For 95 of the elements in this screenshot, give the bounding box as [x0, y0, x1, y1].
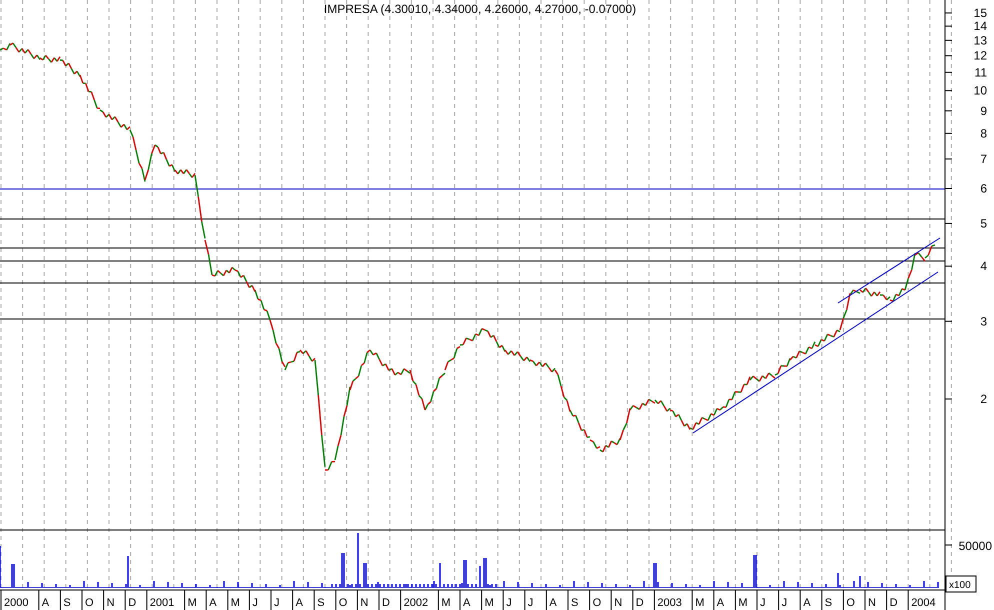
axis-tick [124, 590, 126, 610]
time-tick-label: M [738, 597, 748, 609]
time-tick-label: A [549, 597, 557, 609]
axis-tick [335, 590, 336, 610]
chart-title: IMPRESA (4.30010, 4.34000, 4.26000, 4.27000, -0.07000) [324, 2, 636, 16]
price-tick-label: 7 [980, 152, 987, 166]
axis-tick [908, 590, 909, 610]
time-tick-label: M [441, 597, 451, 609]
time-tick-label: 2000 [4, 597, 28, 609]
time-tick-label: J [506, 597, 512, 609]
price-tick-label: 9 [980, 104, 987, 118]
axis-tick [821, 590, 822, 610]
time-tick-label: M [695, 597, 704, 609]
axis-tick [800, 590, 801, 610]
price-tick-label: 3 [980, 314, 987, 328]
time-tick-label: J [782, 597, 788, 609]
time-tick-label: J [274, 597, 280, 609]
time-tick-label: M [188, 597, 197, 609]
axis-tick [778, 590, 780, 610]
axis-tick [734, 590, 736, 610]
axis-tick [632, 590, 634, 610]
price-tick-label: 14 [974, 19, 987, 34]
time-tick-label: S [317, 597, 325, 609]
unit-label-frame [946, 576, 976, 592]
axis-tick [270, 590, 272, 610]
time-tick-label: 2004 [911, 597, 936, 609]
price-tick-label: 15 [974, 6, 987, 20]
volume-tick-label: 50000 [958, 539, 992, 553]
axis-tick [356, 590, 358, 610]
time-tick-label: O [85, 597, 94, 609]
time-tick-label: D [890, 597, 898, 609]
time-tick-label: A [803, 597, 811, 609]
axis-tick [314, 590, 315, 610]
time-tick-label: M [230, 597, 240, 609]
axis-tick [692, 590, 693, 610]
axis-tick [248, 590, 250, 610]
axis-tick [524, 590, 526, 610]
axis-tick [103, 590, 104, 610]
price-tick-label: 13 [974, 33, 987, 48]
time-tick-label: D [382, 597, 390, 609]
time-tick-label: O [592, 597, 602, 609]
axis-tick [864, 590, 866, 610]
axis-tick [713, 590, 714, 610]
time-tick-label: D [636, 597, 644, 609]
price-tick-label: 6 [980, 182, 987, 196]
time-tick-label: N [106, 597, 115, 609]
time-tick-label: O [846, 597, 855, 609]
time-tick-label: S [824, 597, 832, 609]
price-tick-label: 4 [980, 259, 987, 274]
axis-tick [0, 590, 2, 610]
axis-tick [292, 590, 294, 610]
time-tick-label: O [338, 597, 348, 609]
time-tick-label: N [868, 597, 876, 609]
volume-unit-label: x100 [949, 580, 971, 591]
axis-tick [842, 590, 844, 610]
time-tick-label: A [209, 597, 217, 609]
price-tick-label: 8 [980, 126, 987, 140]
time-tick-label: A [42, 597, 50, 609]
time-tick-label: 2003 [657, 597, 682, 609]
axis-tick [654, 590, 655, 610]
axis-tick [589, 590, 590, 610]
axis-tick [481, 590, 482, 610]
time-tick-label: N [360, 597, 368, 609]
axis-tick [756, 590, 758, 610]
price-tick-label: 12 [974, 48, 987, 63]
time-tick-label: 2002 [404, 597, 428, 609]
axis-tick [206, 590, 207, 610]
time-tick-label: N [614, 597, 622, 609]
time-tick-label: J [760, 597, 766, 609]
axis-tick [886, 590, 888, 610]
axis-tick [502, 590, 504, 610]
axis-tick [38, 590, 40, 610]
axis-tick [610, 590, 612, 610]
time-tick-label: J [252, 597, 258, 609]
axis-tick [146, 590, 148, 610]
axis-tick [60, 590, 61, 610]
time-tick-label: J [528, 597, 534, 609]
time-tick-label: A [296, 597, 303, 609]
price-tick-label: 2 [980, 392, 987, 406]
axis-tick [400, 590, 402, 610]
time-tick-label: A [716, 597, 724, 609]
axis-tick [546, 590, 547, 610]
price-tick-label: 10 [974, 84, 987, 98]
time-tick-label: S [63, 597, 71, 609]
price-tick-label: 11 [974, 65, 987, 80]
axis-tick [378, 590, 380, 610]
time-tick-label: D [128, 597, 136, 609]
axis-tick [227, 590, 228, 610]
time-tick-label: A [463, 597, 470, 609]
time-tick-label: M [484, 597, 494, 609]
axis-tick [438, 590, 439, 610]
price-tick-label: 5 [980, 216, 987, 230]
time-tick-label: 2001 [150, 597, 174, 609]
time-tick-label: S [571, 597, 578, 609]
axis-tick [184, 590, 186, 610]
